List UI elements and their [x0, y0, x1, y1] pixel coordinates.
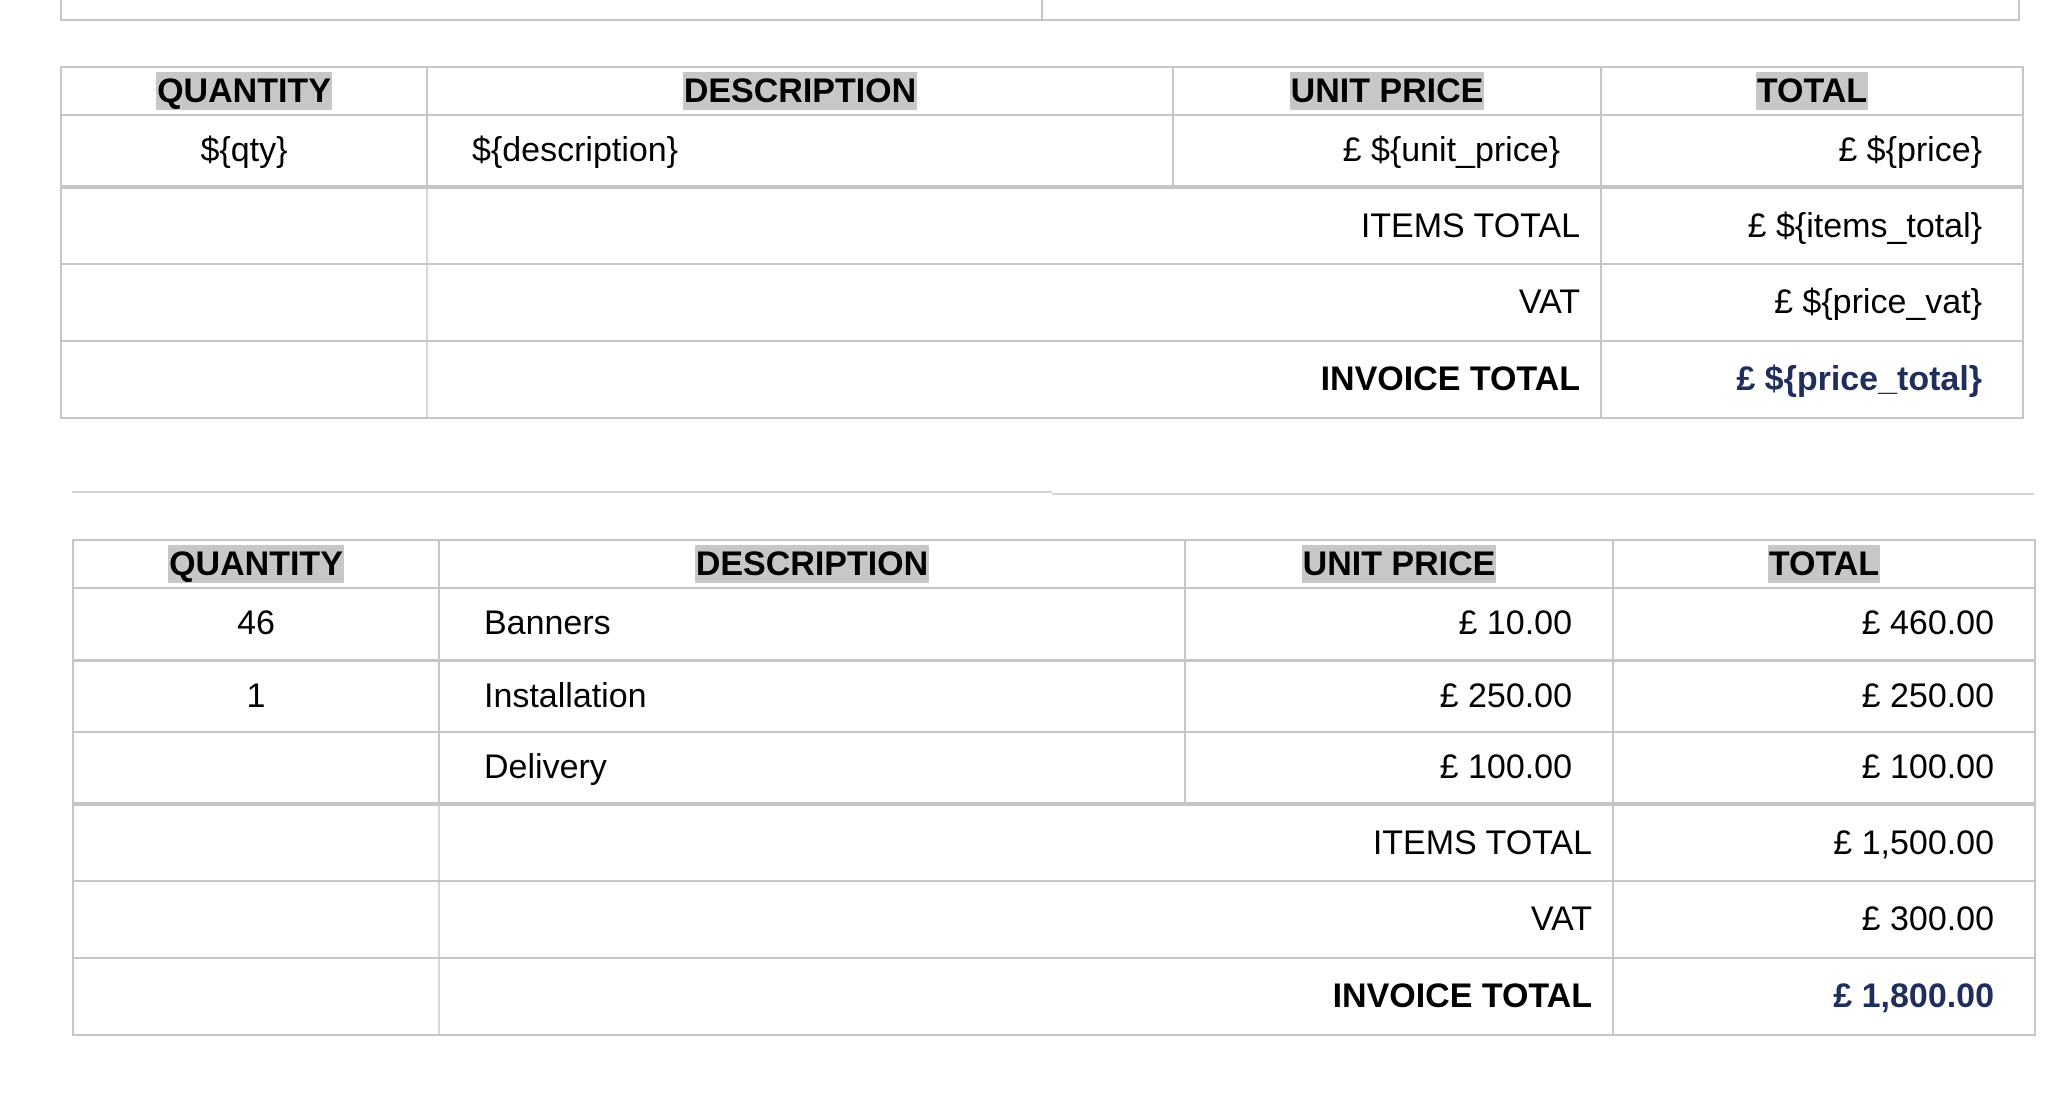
item-description: Delivery [438, 731, 1186, 806]
table-row: 46 Banners £ 10.00 £ 460.00 [72, 587, 2036, 662]
items-total-label: ITEMS TOTAL [438, 803, 1614, 882]
previous-table-fragment [60, 0, 2020, 21]
item-unit-price: £ 100.00 [1184, 731, 1614, 806]
header-quantity: QUANTITY [72, 539, 440, 589]
separator-line [1052, 493, 2034, 495]
items-total-row: ITEMS TOTAL £ 1,500.00 [72, 803, 2036, 882]
item-qty: 1 [72, 659, 440, 733]
header-unit-price: UNIT PRICE [1184, 539, 1614, 589]
item-unit-price: £ 250.00 [1184, 659, 1614, 733]
items-total-row: ITEMS TOTAL £ ${items_total} [60, 186, 2024, 265]
item-price: £ ${price} [1600, 114, 2024, 189]
item-description: Installation [438, 659, 1186, 733]
items-total-value: £ 1,500.00 [1612, 803, 2036, 882]
table-row: Delivery £ 100.00 £ 100.00 [72, 731, 2036, 806]
vat-row: VAT £ 300.00 [72, 880, 2036, 959]
table-row: ${qty} ${description} £ ${unit_price} £ … [60, 114, 2024, 189]
header-description: DESCRIPTION [438, 539, 1186, 589]
summary-blank-cell [60, 186, 428, 265]
vat-value: £ ${price_vat} [1600, 263, 2024, 342]
invoice-total-row: INVOICE TOTAL £ ${price_total} [60, 340, 2024, 419]
vat-label: VAT [438, 880, 1614, 959]
item-description: Banners [438, 587, 1186, 662]
vat-value: £ 300.00 [1612, 880, 2036, 959]
invoice-total-value: £ ${price_total} [1600, 340, 2024, 419]
item-description: ${description} [426, 114, 1174, 189]
vat-row: VAT £ ${price_vat} [60, 263, 2024, 342]
item-unit-price: £ ${unit_price} [1172, 114, 1602, 189]
summary-blank-cell [60, 340, 428, 419]
item-qty: 46 [72, 587, 440, 662]
template-invoice-table: QUANTITY DESCRIPTION UNIT PRICE TOTAL ${… [60, 66, 2024, 419]
table-header-row: QUANTITY DESCRIPTION UNIT PRICE TOTAL [72, 539, 2036, 589]
item-price: £ 250.00 [1612, 659, 2036, 733]
table-row: 1 Installation £ 250.00 £ 250.00 [72, 659, 2036, 733]
header-description: DESCRIPTION [426, 66, 1174, 116]
filled-invoice-table: QUANTITY DESCRIPTION UNIT PRICE TOTAL 46… [72, 539, 2036, 1036]
items-total-label: ITEMS TOTAL [426, 186, 1602, 265]
summary-blank-cell [72, 957, 440, 1036]
summary-blank-cell [72, 803, 440, 882]
invoice-total-label: INVOICE TOTAL [438, 957, 1614, 1036]
invoice-total-value: £ 1,800.00 [1612, 957, 2036, 1036]
invoice-total-row: INVOICE TOTAL £ 1,800.00 [72, 957, 2036, 1036]
item-unit-price: £ 10.00 [1184, 587, 1614, 662]
header-quantity: QUANTITY [60, 66, 428, 116]
item-qty: ${qty} [60, 114, 428, 189]
header-unit-price: UNIT PRICE [1172, 66, 1602, 116]
table-header-row: QUANTITY DESCRIPTION UNIT PRICE TOTAL [60, 66, 2024, 116]
vat-label: VAT [426, 263, 1602, 342]
invoice-total-label: INVOICE TOTAL [426, 340, 1602, 419]
summary-blank-cell [72, 880, 440, 959]
item-qty [72, 731, 440, 806]
previous-table-divider [1041, 0, 1043, 19]
items-total-value: £ ${items_total} [1600, 186, 2024, 265]
item-price: £ 100.00 [1612, 731, 2036, 806]
separator-line [72, 491, 1052, 493]
header-total: TOTAL [1612, 539, 2036, 589]
header-total: TOTAL [1600, 66, 2024, 116]
item-price: £ 460.00 [1612, 587, 2036, 662]
summary-blank-cell [60, 263, 428, 342]
